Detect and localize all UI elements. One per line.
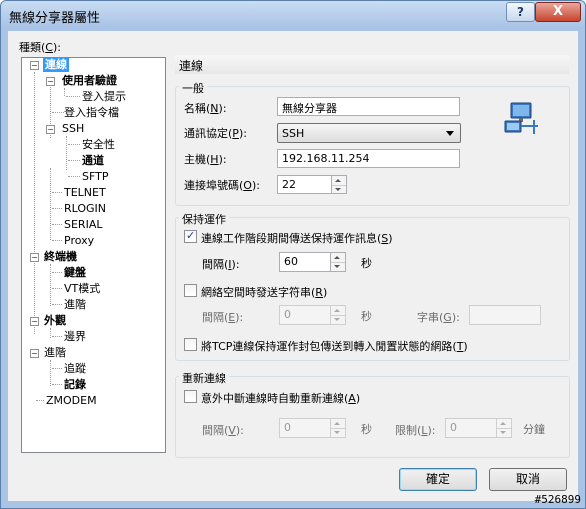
keepalive-interval-input[interactable]: 60 [279,252,331,272]
window-title: 無線分享器屬性 [9,11,101,26]
chevron-down-icon [446,131,454,136]
auto-reconnect-label: 意外中斷連線時自動重新連線(A) [201,392,361,405]
reconnect-interval-spinner[interactable] [331,418,346,438]
tree-item-authentication[interactable]: 使用者驗證 [62,74,117,88]
tree-item-terminal-advanced[interactable]: 進階 [64,298,86,312]
collapse-icon[interactable]: − [46,125,55,134]
panel-title: 連線 [179,59,204,73]
cancel-button[interactable]: 取消 [489,468,567,491]
keepalive-group-title: 保持運作 [179,211,229,227]
tree-item-telnet[interactable]: TELNET [64,186,106,200]
watermark: #526899 [534,493,581,506]
keepalive-interval-label: 間隔(I): [202,258,240,271]
tree-item-login-prompts[interactable]: 登入提示 [82,90,126,104]
tree-item-vt-mode[interactable]: VT模式 [64,282,100,296]
tree-item-rlogin[interactable]: RLOGIN [64,202,106,216]
string-input[interactable] [469,305,541,325]
tree-item-sftp[interactable]: SFTP [82,170,108,184]
category-label: 種類(C): [19,41,61,54]
string-interval-label: 間隔(E): [202,311,244,324]
network-icon [504,102,538,134]
reconnect-limit-spinner[interactable] [497,418,512,438]
reconnect-group-title: 重新連線 [179,370,229,386]
protocol-label: 通訊協定(P): [184,127,247,140]
port-input[interactable]: 22 [277,175,332,194]
protocol-value: SSH [282,127,305,140]
tree-item-terminal[interactable]: 終端機 [44,250,77,264]
reconnect-interval-unit: 秒 [361,423,372,436]
help-button[interactable]: ? [506,2,535,22]
tree-item-ssh[interactable]: SSH [62,122,84,136]
reconnect-limit-input[interactable]: 0 [445,418,497,438]
reconnect-limit-unit: 分鐘 [523,423,545,436]
tree-item-zmodem[interactable]: ZMODEM [46,394,97,408]
reconnect-limit-label: 限制(L): [395,424,436,437]
reconnect-interval-label: 間隔(V): [202,424,244,437]
panel-header: 連線 [175,55,569,74]
protocol-select[interactable]: SSH [277,123,461,143]
tree-item-trace[interactable]: 追蹤 [64,362,86,376]
tree-item-connection[interactable]: 連線 [43,58,69,72]
general-group-title: 一般 [179,80,207,96]
string-interval-input[interactable]: 0 [279,305,331,325]
send-string-checkbox[interactable] [184,284,197,297]
tree-item-advanced[interactable]: 進階 [44,346,66,360]
collapse-icon[interactable]: − [30,61,39,70]
category-tree[interactable]: − 連線 − 使用者驗證 登入提示 登入指令檔 − SSH 安全性 通道 SFT… [21,57,166,453]
tree-item-serial[interactable]: SERIAL [64,218,102,232]
port-label: 連接埠號碼(O): [184,179,260,192]
close-button[interactable]: X [535,2,581,22]
string-interval-unit: 秒 [361,310,372,323]
ok-button[interactable]: 確定 [399,468,477,491]
keepalive-interval-unit: 秒 [361,257,372,270]
collapse-icon[interactable]: − [30,349,39,358]
tree-item-keyboard[interactable]: 鍵盤 [64,266,86,280]
keepalive-interval-spinner[interactable] [331,252,346,272]
tree-item-logging[interactable]: 記錄 [64,378,86,392]
string-interval-spinner[interactable] [331,305,346,325]
port-spinner[interactable] [332,175,347,194]
collapse-icon[interactable]: − [46,77,55,86]
collapse-icon[interactable]: − [30,253,39,262]
tree-item-proxy[interactable]: Proxy [64,234,94,248]
tree-item-appearance[interactable]: 外觀 [44,314,66,328]
send-string-label: 網絡空間時發送字符串(R) [201,286,328,299]
string-label: 字串(G): [417,311,460,324]
title-bar[interactable]: 無線分享器屬性 ? X [1,1,585,29]
auto-reconnect-checkbox[interactable] [184,390,197,403]
name-input[interactable]: 無線分享器 [277,97,460,116]
collapse-icon[interactable]: − [30,317,39,326]
host-input[interactable]: 192.168.11.254 [277,149,460,168]
host-label: 主機(H): [184,153,227,166]
send-keepalive-checkbox[interactable] [184,229,197,243]
tcp-keepalive-checkbox[interactable] [184,338,197,351]
send-keepalive-label: 連線工作階段期間傳送保持運作訊息(S) [201,232,393,245]
tree-item-security[interactable]: 安全性 [82,138,115,152]
name-label: 名稱(N): [184,102,227,115]
reconnect-interval-input[interactable]: 0 [279,418,331,438]
tree-item-margins[interactable]: 邊界 [64,330,86,344]
dialog-window: 無線分享器屬性 ? X 種類(C): − 連線 − 使用者驗證 登入提示 登入指… [0,0,586,509]
tree-item-tunneling[interactable]: 通道 [82,154,104,168]
reconnect-group [175,376,570,458]
tcp-keepalive-label: 將TCP連線保持運作封包傳送到轉入閒置狀態的網路(T) [201,340,468,353]
tree-item-login-script[interactable]: 登入指令檔 [64,106,119,120]
